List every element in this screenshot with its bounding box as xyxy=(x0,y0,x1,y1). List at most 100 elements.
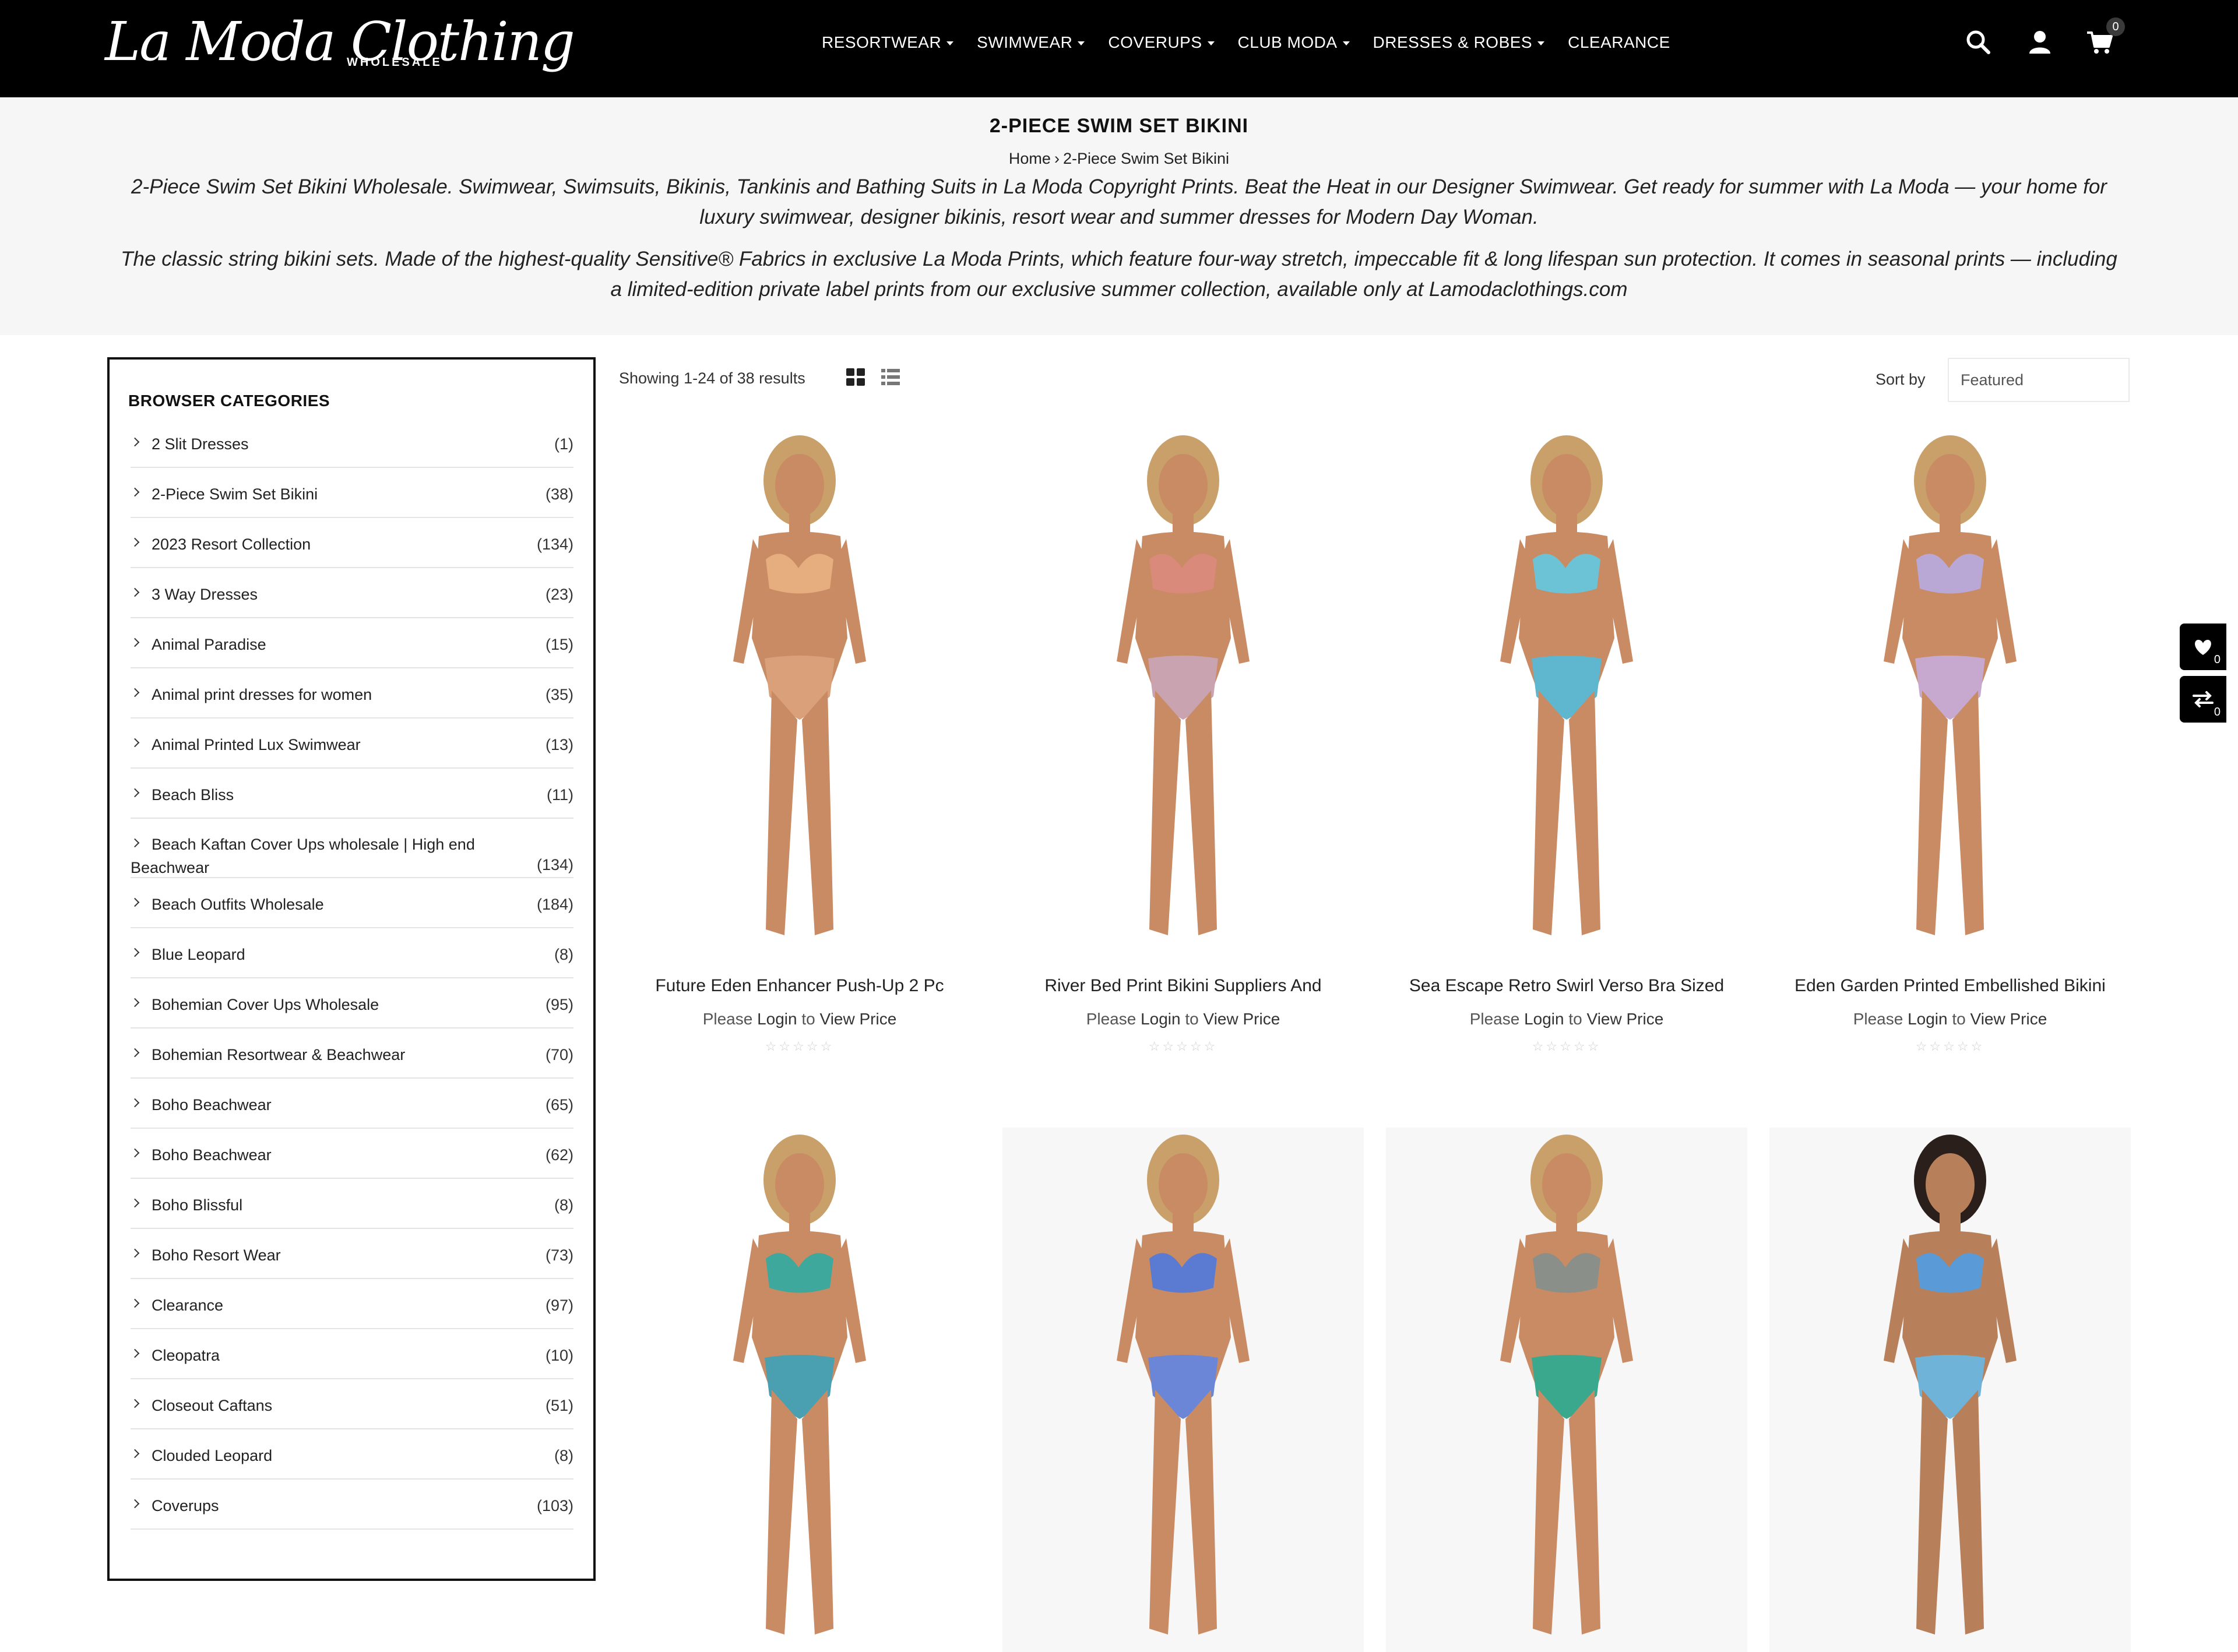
category-name: Beach Bliss xyxy=(152,786,234,804)
login-link[interactable]: Login xyxy=(757,1010,797,1028)
product-photo xyxy=(733,435,866,935)
category-count: (184) xyxy=(536,896,573,913)
brand-logo[interactable]: La Moda Clothing WHOLESALE xyxy=(105,10,575,75)
breadcrumb-separator: › xyxy=(1054,150,1060,167)
category-count: (38) xyxy=(545,485,573,503)
nav-label: CLEARANCE xyxy=(1568,33,1670,51)
product-title[interactable]: River Bed Print Bikini Suppliers And xyxy=(1002,976,1364,996)
product-image[interactable] xyxy=(1386,1128,1747,1652)
category-name: 3 Way Dresses xyxy=(152,586,258,603)
sidebar-category-item[interactable]: Blue Leopard (8) xyxy=(130,928,573,978)
login-link[interactable]: Login xyxy=(1524,1010,1564,1028)
category-name: Cleopatra xyxy=(152,1347,220,1364)
grid-view-icon[interactable] xyxy=(846,368,865,386)
sidebar-category-item[interactable]: Animal print dresses for women (35) xyxy=(130,668,573,718)
price-login-prompt: Please Login to View Price xyxy=(1386,1010,1747,1028)
sidebar-category-item[interactable]: 2-Piece Swim Set Bikini (38) xyxy=(130,468,573,518)
view-price-link[interactable]: View Price xyxy=(1204,1010,1280,1028)
nav-label: RESORTWEAR xyxy=(822,33,942,51)
product-title[interactable]: Future Eden Enhancer Push-Up 2 Pc xyxy=(619,976,980,996)
chevron-right-icon xyxy=(130,947,140,957)
product-title[interactable]: Sea Escape Retro Swirl Verso Bra Sized xyxy=(1386,976,1747,996)
category-count: (73) xyxy=(545,1246,573,1264)
sort-label: Sort by xyxy=(1875,371,1926,388)
sidebar-category-item[interactable]: Cleopatra (10) xyxy=(130,1329,573,1379)
nav-label: SWIMWEAR xyxy=(977,33,1073,51)
product-image[interactable] xyxy=(1769,428,2131,953)
chevron-right-icon xyxy=(130,1449,140,1459)
wishlist-float-button[interactable]: 0 xyxy=(2180,624,2226,670)
category-name: Boho Beachwear xyxy=(152,1146,272,1164)
star-rating-icon: ☆☆☆☆☆ xyxy=(1148,1039,1218,1054)
category-name: 2023 Resort Collection xyxy=(152,536,311,553)
category-count: (35) xyxy=(545,686,573,703)
sidebar-title: BROWSER CATEGORIES xyxy=(128,392,330,410)
login-link[interactable]: Login xyxy=(1908,1010,1948,1028)
nav-club-moda[interactable]: CLUB MODA xyxy=(1238,33,1350,52)
category-name: Closeout Caftans xyxy=(152,1397,273,1414)
sidebar-category-item[interactable]: Beach Bliss (11) xyxy=(130,769,573,819)
user-icon[interactable] xyxy=(2026,28,2054,56)
sidebar-category-item[interactable]: Coverups (103) xyxy=(130,1480,573,1530)
sidebar-category-item[interactable]: Beach Outfits Wholesale (184) xyxy=(130,878,573,928)
results-count: Showing 1-24 of 38 results xyxy=(619,369,805,387)
sidebar-category-item[interactable]: Closeout Caftans (51) xyxy=(130,1379,573,1429)
category-count: (62) xyxy=(545,1146,573,1164)
list-view-icon[interactable] xyxy=(881,368,900,386)
nav-coverups[interactable]: COVERUPS xyxy=(1108,33,1215,52)
chevron-right-icon xyxy=(130,587,140,597)
sort-select[interactable]: Featured xyxy=(1948,358,2130,402)
sidebar-category-item[interactable]: 2 Slit Dresses (1) xyxy=(130,418,573,468)
sidebar-category-item[interactable]: 2023 Resort Collection (134) xyxy=(130,518,573,568)
sidebar-category-item[interactable]: Boho Beachwear (65) xyxy=(130,1079,573,1129)
search-icon[interactable] xyxy=(1964,28,1992,56)
breadcrumb-home[interactable]: Home xyxy=(1009,150,1051,167)
category-name: Boho Blissful xyxy=(152,1196,243,1214)
sidebar-category-item[interactable]: Bohemian Cover Ups Wholesale (95) xyxy=(130,978,573,1028)
sidebar-category-item[interactable]: Beach Kaftan Cover Ups wholesale | High … xyxy=(130,819,573,878)
category-count: (15) xyxy=(545,636,573,653)
price-prefix: Please xyxy=(1853,1010,1908,1028)
product-image[interactable] xyxy=(1386,428,1747,953)
nav-resortwear[interactable]: RESORTWEAR xyxy=(822,33,954,52)
product-image[interactable] xyxy=(619,428,980,953)
sidebar-category-item[interactable]: Clearance (97) xyxy=(130,1279,573,1329)
sidebar-category-item[interactable]: Animal Printed Lux Swimwear (13) xyxy=(130,718,573,769)
category-name: Boho Beachwear xyxy=(152,1096,272,1114)
view-price-link[interactable]: View Price xyxy=(820,1010,897,1028)
category-name: 2-Piece Swim Set Bikini xyxy=(152,485,318,503)
chevron-right-icon xyxy=(130,998,140,1008)
category-count: (10) xyxy=(545,1347,573,1364)
nav-label: COVERUPS xyxy=(1108,33,1202,51)
compare-float-button[interactable]: 0 xyxy=(2180,676,2226,723)
product-image[interactable] xyxy=(1002,428,1364,953)
sidebar-category-item[interactable]: Boho Blissful (8) xyxy=(130,1179,573,1229)
category-name: Bohemian Cover Ups Wholesale xyxy=(152,996,379,1013)
category-count: (8) xyxy=(554,1196,573,1214)
price-mid: to xyxy=(797,1010,820,1028)
category-count: (134) xyxy=(536,856,573,873)
chevron-right-icon xyxy=(130,487,140,497)
sidebar-category-item[interactable]: Bohemian Resortwear & Beachwear (70) xyxy=(130,1028,573,1079)
product-image[interactable] xyxy=(619,1128,980,1652)
product-image[interactable] xyxy=(1002,1128,1364,1652)
sidebar-category-item[interactable]: Animal Paradise (15) xyxy=(130,618,573,668)
nav-label: CLUB MODA xyxy=(1237,33,1338,51)
sidebar-category-item[interactable]: Clouded Leopard (8) xyxy=(130,1429,573,1480)
category-count: (97) xyxy=(545,1297,573,1314)
nav-dresses-robes[interactable]: DRESSES & ROBES xyxy=(1373,33,1545,52)
sidebar-category-item[interactable]: Boho Beachwear (62) xyxy=(130,1129,573,1179)
price-prefix: Please xyxy=(702,1010,758,1028)
nav-swimwear[interactable]: SWIMWEAR xyxy=(977,33,1085,52)
product-image[interactable] xyxy=(1769,1128,2131,1652)
sidebar-category-item[interactable]: 3 Way Dresses (23) xyxy=(130,568,573,618)
caret-down-icon xyxy=(1342,41,1350,45)
login-link[interactable]: Login xyxy=(1141,1010,1181,1028)
product-title[interactable]: Eden Garden Printed Embellished Bikini xyxy=(1769,976,2131,996)
nav-clearance[interactable]: CLEARANCE xyxy=(1568,33,1670,52)
price-prefix: Please xyxy=(1469,1010,1525,1028)
category-count: (70) xyxy=(545,1046,573,1063)
view-price-link[interactable]: View Price xyxy=(1970,1010,2047,1028)
sidebar-category-item[interactable]: Boho Resort Wear (73) xyxy=(130,1229,573,1279)
view-price-link[interactable]: View Price xyxy=(1587,1010,1664,1028)
